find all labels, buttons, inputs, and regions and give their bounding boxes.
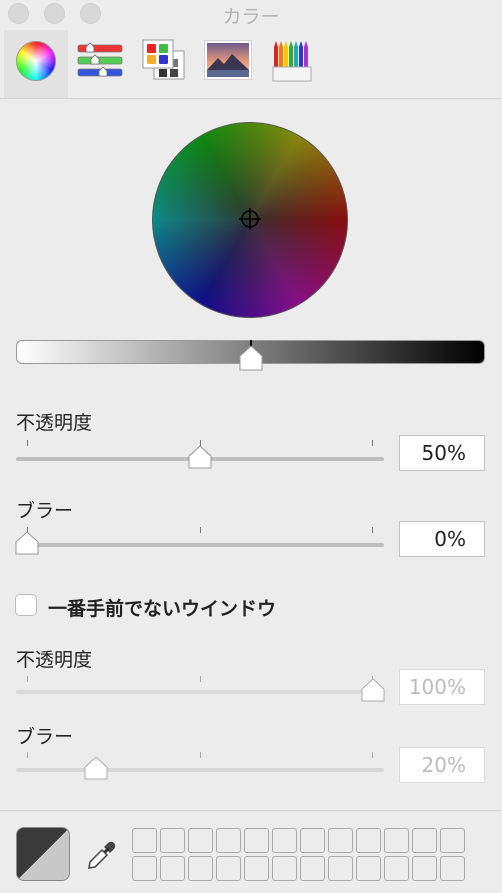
blur-slider-thumb[interactable]: [15, 531, 39, 555]
inactive-opacity-label: 不透明度: [16, 649, 93, 671]
swatch-well[interactable]: [160, 828, 185, 853]
swatch-well[interactable]: [440, 856, 465, 881]
swatch-well[interactable]: [328, 828, 353, 853]
inactive-blur-slider-track[interactable]: [16, 768, 384, 772]
inactive-blur-label: ブラー: [16, 726, 74, 748]
swatch-well[interactable]: [272, 828, 297, 853]
blur-label: ブラー: [16, 500, 74, 522]
tick: [200, 752, 201, 758]
tick: [27, 440, 28, 446]
tick: [372, 527, 373, 533]
opacity-slider-thumb[interactable]: [188, 445, 212, 469]
sliders-icon: [77, 42, 123, 77]
swatch-well[interactable]: [300, 828, 325, 853]
opacity-value-field[interactable]: 50%: [399, 435, 485, 471]
crosshair-cursor-icon: [239, 208, 261, 230]
mode-toolbar: [0, 30, 502, 99]
swatch-well[interactable]: [356, 828, 381, 853]
pencils-icon: [272, 41, 312, 82]
tick: [200, 676, 201, 682]
blur-slider-track[interactable]: [16, 543, 384, 547]
tab-color-wheel[interactable]: [4, 30, 68, 98]
swatch-well[interactable]: [440, 828, 465, 853]
tick: [372, 440, 373, 446]
inactive-opacity-slider-thumb[interactable]: [361, 678, 385, 702]
blur-value-field[interactable]: 0%: [399, 521, 485, 557]
window-title: カラー: [222, 6, 280, 28]
tick: [27, 752, 28, 758]
inactive-blur-value-field[interactable]: 20%: [399, 747, 485, 783]
inactive-window-label: 一番手前でないウインドウ: [48, 598, 277, 620]
swatch-well[interactable]: [384, 828, 409, 853]
swatch-well[interactable]: [244, 856, 269, 881]
palette-icon: [142, 39, 185, 80]
title-bar: カラー: [0, 0, 502, 30]
tab-color-sliders[interactable]: [68, 30, 132, 98]
swatch-well[interactable]: [356, 856, 381, 881]
inactive-blur-slider-thumb[interactable]: [84, 756, 108, 780]
swatch-well[interactable]: [132, 828, 157, 853]
swatch-well[interactable]: [384, 856, 409, 881]
current-color-swatch[interactable]: [16, 827, 70, 881]
swatch-well[interactable]: [300, 856, 325, 881]
swatch-well[interactable]: [132, 856, 157, 881]
swatch-well[interactable]: [216, 856, 241, 881]
tab-color-palettes[interactable]: [132, 30, 196, 98]
inactive-opacity-slider-track[interactable]: [16, 690, 384, 694]
landscape-image-icon: [204, 40, 252, 80]
tab-pencils[interactable]: [260, 30, 324, 98]
swatch-well[interactable]: [160, 856, 185, 881]
inactive-window-checkbox[interactable]: [15, 594, 37, 616]
color-wheel-icon: [16, 41, 56, 81]
swatch-well[interactable]: [412, 856, 437, 881]
inactive-opacity-value-field[interactable]: 100%: [399, 669, 485, 705]
swatch-well[interactable]: [272, 856, 297, 881]
opacity-label: 不透明度: [16, 412, 93, 434]
swatch-well[interactable]: [412, 828, 437, 853]
brightness-slider-thumb[interactable]: [239, 340, 263, 372]
eyedropper-icon[interactable]: [86, 840, 118, 872]
swatch-well[interactable]: [328, 856, 353, 881]
tab-image-palettes[interactable]: [196, 30, 260, 98]
tick: [200, 527, 201, 533]
tick: [372, 752, 373, 758]
swatch-well[interactable]: [188, 828, 213, 853]
swatch-well[interactable]: [244, 828, 269, 853]
tick: [27, 676, 28, 682]
swatch-well[interactable]: [188, 856, 213, 881]
swatch-well[interactable]: [216, 828, 241, 853]
